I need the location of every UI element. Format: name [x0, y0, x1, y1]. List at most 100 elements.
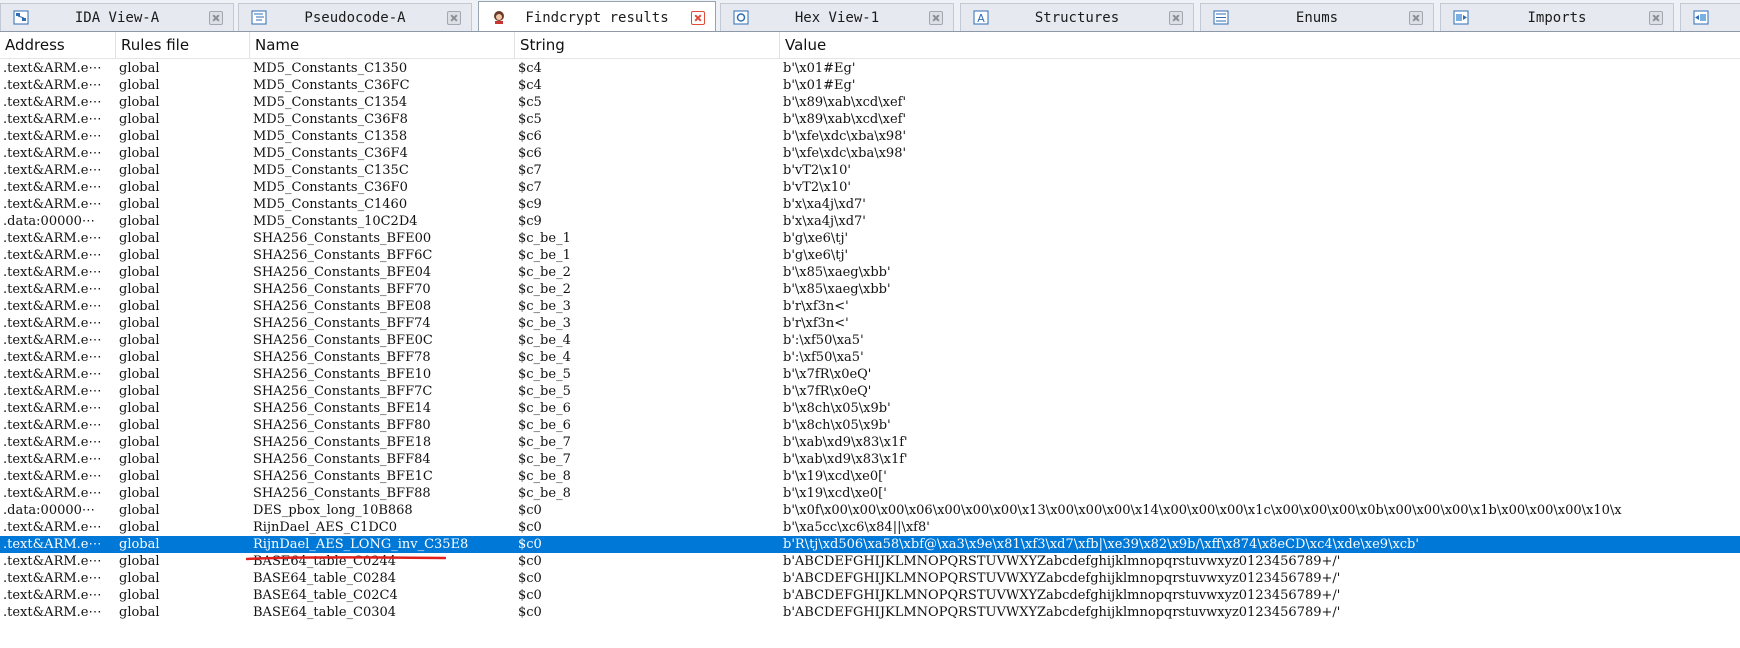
cell-name: SHA256_Constants_BFE0C — [253, 333, 433, 348]
cell-rules-file: global — [119, 469, 160, 484]
table-row[interactable]: .text&ARM.e⋯ global SHA256_Constants_BFF70… — [0, 281, 1740, 298]
table-row[interactable]: .text&ARM.e⋯ global BASE64_table_C02C4 $c0 b… — [0, 587, 1740, 604]
cell-name: MD5_Constants_C36FC — [253, 78, 410, 93]
table-row[interactable]: .text&ARM.e⋯ global SHA256_Constants_BFE14… — [0, 400, 1740, 417]
cell-string: $c_be_1 — [518, 248, 571, 263]
table-row[interactable]: .text&ARM.e⋯ global SHA256_Constants_BFE1C… — [0, 468, 1740, 485]
cell-address: .text&ARM.e⋯ — [3, 469, 102, 484]
table-row[interactable]: .text&ARM.e⋯ global SHA256_Constants_BFE08… — [0, 298, 1740, 315]
tab-imports[interactable]: Imports — [1440, 3, 1674, 31]
table-row[interactable]: .text&ARM.e⋯ global BASE64_table_C0304 $c0 b… — [0, 604, 1740, 621]
cell-rules-file: global — [119, 520, 160, 535]
close-icon[interactable] — [1649, 11, 1663, 25]
cell-value: b'\x85\xaeg\xbb' — [783, 282, 891, 297]
cell-name: SHA256_Constants_BFF80 — [253, 418, 431, 433]
cell-value: b'\xfe\xdc\xba\x98' — [783, 146, 907, 161]
table-row[interactable]: .text&ARM.e⋯ global SHA256_Constants_BFE04… — [0, 264, 1740, 281]
cell-string: $c_be_5 — [518, 384, 571, 399]
cell-address: .text&ARM.e⋯ — [3, 231, 102, 246]
table-row[interactable]: .text&ARM.e⋯ global SHA256_Constants_BFF78… — [0, 349, 1740, 366]
column-header-value[interactable]: Value — [780, 32, 1740, 59]
close-icon[interactable] — [929, 11, 943, 25]
cell-string: $c5 — [518, 112, 542, 127]
cell-address: .text&ARM.e⋯ — [3, 350, 102, 365]
cell-value: b'ABCDEFGHIJKLMNOPQRSTUVWXYZabcdefghijkl… — [783, 588, 1341, 603]
cell-address: .text&ARM.e⋯ — [3, 452, 102, 467]
cell-value: b'x\xa4j\xd7' — [783, 197, 866, 212]
table-row[interactable]: .text&ARM.e⋯ global SHA256_Constants_BFE0C… — [0, 332, 1740, 349]
enums-icon — [1213, 10, 1229, 25]
tab-pseudocode-a[interactable]: Pseudocode-A — [238, 3, 472, 31]
results-table: .text&ARM.e⋯ global MD5_Constants_C1350 $c4… — [0, 60, 1740, 621]
column-header-string[interactable]: String — [515, 32, 780, 59]
table-row[interactable]: .text&ARM.e⋯ global SHA256_Constants_BFF84… — [0, 451, 1740, 468]
structures-icon: A — [973, 10, 989, 25]
cell-value: b'\x01#Eg' — [783, 61, 856, 76]
tab-structures[interactable]: A Structures — [960, 3, 1194, 31]
close-icon[interactable] — [209, 11, 223, 25]
cell-rules-file: global — [119, 248, 160, 263]
table-row[interactable]: .text&ARM.e⋯ global MD5_Constants_C36F8 $c5… — [0, 111, 1740, 128]
cell-name: MD5_Constants_C135C — [253, 163, 409, 178]
cell-string: $c_be_7 — [518, 435, 571, 450]
tab-ida-view-a[interactable]: IDA View-A — [0, 3, 234, 31]
column-header-name[interactable]: Name — [250, 32, 515, 59]
table-row[interactable]: .text&ARM.e⋯ global SHA256_Constants_BFE18… — [0, 434, 1740, 451]
tab-findcrypt-results[interactable]: Findcrypt results — [478, 1, 716, 31]
cell-rules-file: global — [119, 163, 160, 178]
table-row[interactable]: .text&ARM.e⋯ global MD5_Constants_C36F4 $c6… — [0, 145, 1740, 162]
table-row[interactable]: .text&ARM.e⋯ global SHA256_Constants_BFE00… — [0, 230, 1740, 247]
cell-string: $c0 — [518, 537, 542, 552]
table-row[interactable]: .text&ARM.e⋯ global RijnDael_AES_LONG_inv_… — [0, 536, 1740, 553]
table-row[interactable]: .text&ARM.e⋯ global SHA256_Constants_BFF80… — [0, 417, 1740, 434]
cell-string: $c_be_7 — [518, 452, 571, 467]
tab-label: Enums — [1295, 10, 1339, 26]
table-row[interactable]: .text&ARM.e⋯ global SHA256_Constants_BFF88… — [0, 485, 1740, 502]
cell-name: DES_pbox_long_10B868 — [253, 503, 413, 518]
cell-string: $c7 — [518, 163, 542, 178]
cell-string: $c_be_3 — [518, 316, 571, 331]
close-icon[interactable] — [447, 11, 461, 25]
cell-value: b'\x7fR\x0eQ' — [783, 384, 872, 399]
table-row[interactable]: .text&ARM.e⋯ global RijnDael_AES_C1DC0 $c0 b… — [0, 519, 1740, 536]
cell-string: $c_be_3 — [518, 299, 571, 314]
table-row[interactable]: .text&ARM.e⋯ global MD5_Constants_C1460 $c9… — [0, 196, 1740, 213]
cell-rules-file: global — [119, 214, 160, 229]
table-row[interactable]: .text&ARM.e⋯ global MD5_Constants_C36FC $c4… — [0, 77, 1740, 94]
close-icon[interactable] — [1409, 11, 1423, 25]
table-row[interactable]: .text&ARM.e⋯ global MD5_Constants_C36F0 $c7… — [0, 179, 1740, 196]
cell-string: $c_be_4 — [518, 333, 571, 348]
tab-enums[interactable]: Enums — [1200, 3, 1434, 31]
table-row[interactable]: .text&ARM.e⋯ global MD5_Constants_C1350 $c4… — [0, 60, 1740, 77]
cell-name: BASE64_table_C0284 — [253, 571, 397, 586]
cell-name: SHA256_Constants_BFE08 — [253, 299, 432, 314]
close-icon[interactable] — [1169, 11, 1183, 25]
cell-value: b'x\xa4j\xd7' — [783, 214, 866, 229]
tab-more[interactable] — [1680, 3, 1740, 31]
column-header-rules-file[interactable]: Rules file — [116, 32, 250, 59]
table-row[interactable]: .text&ARM.e⋯ global SHA256_Constants_BFF7C… — [0, 383, 1740, 400]
cell-address: .text&ARM.e⋯ — [3, 571, 102, 586]
cell-string: $c4 — [518, 61, 542, 76]
cell-value: b'vT2\x10' — [783, 163, 852, 178]
red-underline-annotation — [246, 556, 446, 561]
cell-value: b'ABCDEFGHIJKLMNOPQRSTUVWXYZabcdefghijkl… — [783, 554, 1341, 569]
table-row[interactable]: .text&ARM.e⋯ global BASE64_table_C0284 $c0 b… — [0, 570, 1740, 587]
cell-address: .text&ARM.e⋯ — [3, 333, 102, 348]
table-row[interactable]: .text&ARM.e⋯ global SHA256_Constants_BFE10… — [0, 366, 1740, 383]
exports-icon — [1693, 10, 1709, 25]
tab-hex-view-1[interactable]: Hex View-1 — [720, 3, 954, 31]
table-row[interactable]: .data:00000⋯ global MD5_Constants_10C2D4 $c… — [0, 213, 1740, 230]
table-row[interactable]: .text&ARM.e⋯ global SHA256_Constants_BFF74… — [0, 315, 1740, 332]
cell-name: MD5_Constants_C1460 — [253, 197, 408, 212]
table-row[interactable]: .data:00000⋯ global DES_pbox_long_10B868 $c… — [0, 502, 1740, 519]
close-icon[interactable] — [691, 11, 705, 25]
cell-value: b':\xf50\xa5' — [783, 350, 864, 365]
table-row[interactable]: .text&ARM.e⋯ global MD5_Constants_C135C $c7… — [0, 162, 1740, 179]
column-header-address[interactable]: Address — [0, 32, 116, 59]
table-row[interactable]: .text&ARM.e⋯ global SHA256_Constants_BFF6C… — [0, 247, 1740, 264]
table-row[interactable]: .text&ARM.e⋯ global MD5_Constants_C1354 $c5… — [0, 94, 1740, 111]
cell-value: b'R\tj\xd506\xa58\xbf@\xa3\x9e\x81\xf3\x… — [783, 537, 1419, 552]
table-row[interactable]: .text&ARM.e⋯ global MD5_Constants_C1358 $c6… — [0, 128, 1740, 145]
cell-name: BASE64_table_C0304 — [253, 605, 397, 620]
